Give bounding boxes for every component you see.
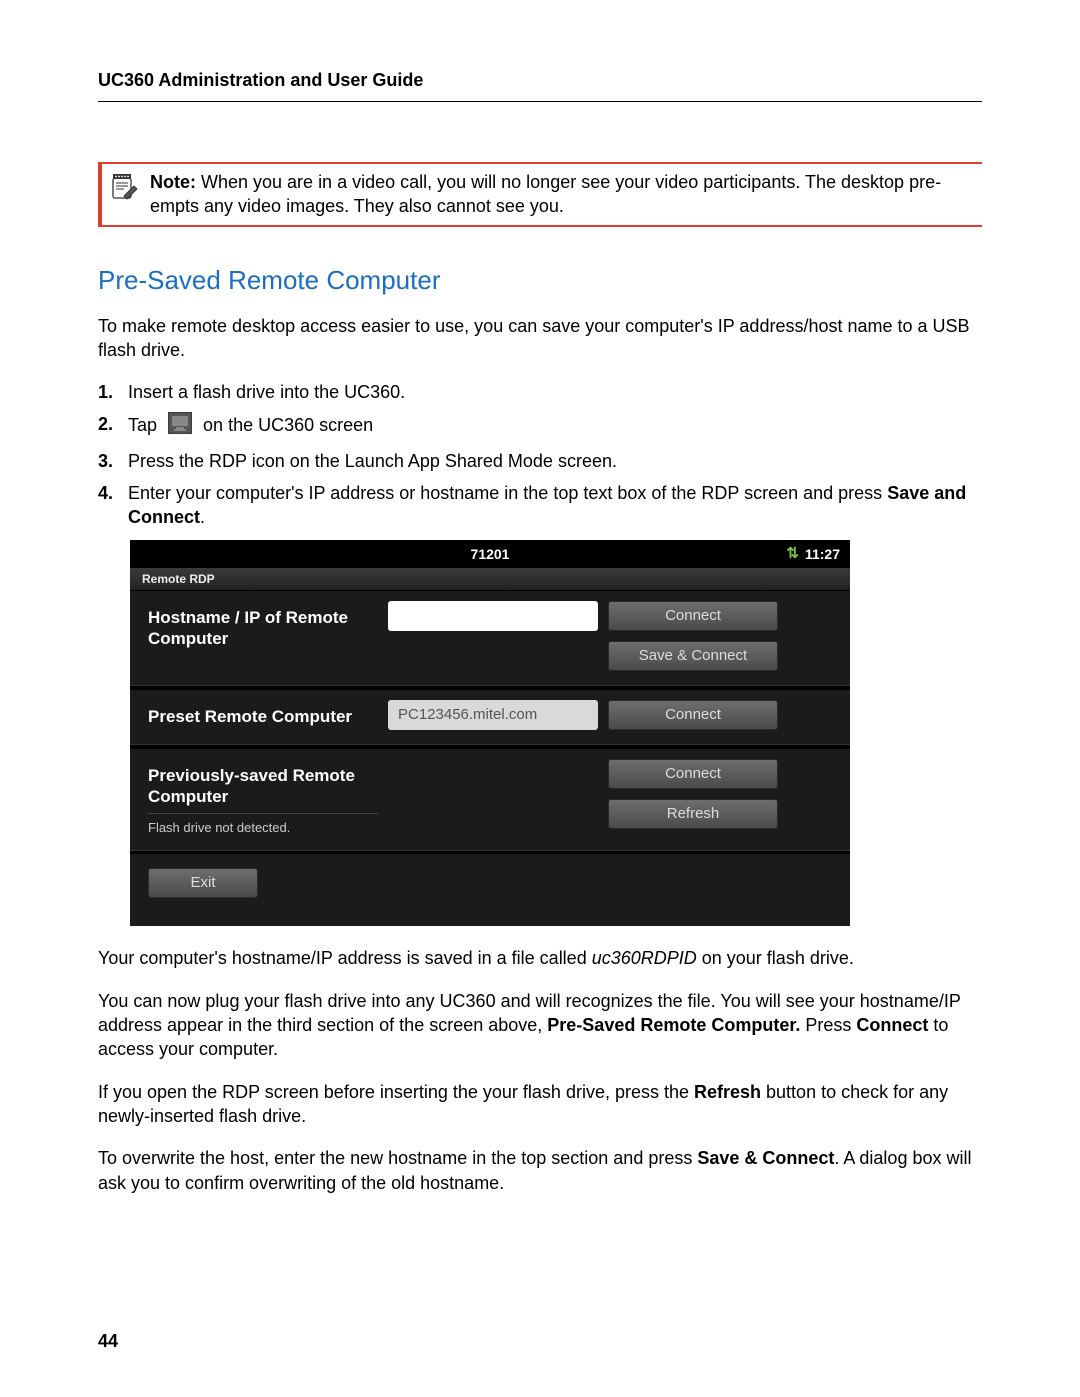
note-body: When you are in a video call, you will n… <box>150 172 941 216</box>
step-1: 1. Insert a flash drive into the UC360. <box>98 380 982 404</box>
connect-button[interactable]: Connect <box>608 601 778 631</box>
step-3: 3. Press the RDP icon on the Launch App … <box>98 449 982 473</box>
para-a: Your computer's hostname/IP address is s… <box>98 946 982 970</box>
hostname-label: Hostname / IP of Remote Computer <box>148 601 378 650</box>
page-number: 44 <box>98 1331 118 1352</box>
status-time: 11:27 <box>805 540 840 568</box>
section-title: Pre-Saved Remote Computer <box>98 265 982 296</box>
step-1-text: Insert a flash drive into the UC360. <box>128 380 405 404</box>
section-previously-saved: Previously-saved Remote Computer Flash d… <box>130 748 850 851</box>
exit-button[interactable]: Exit <box>148 868 258 898</box>
step-2: 2. Tap on the UC360 screen <box>98 412 982 440</box>
preset-value: PC123456.mitel.com <box>388 700 598 730</box>
network-icon: ⇅ <box>786 546 799 561</box>
para-d: To overwrite the host, enter the new hos… <box>98 1146 982 1195</box>
exit-row: Exit <box>130 854 850 926</box>
para-b: You can now plug your flash drive into a… <box>98 989 982 1062</box>
step-3-text: Press the RDP icon on the Launch App Sha… <box>128 449 617 473</box>
note-box: Note: When you are in a video call, you … <box>98 162 982 227</box>
step-4: 4. Enter your computer's IP address or h… <box>98 481 982 530</box>
section-preset: Preset Remote Computer PC123456.mitel.co… <box>130 689 850 744</box>
note-prefix: Note: <box>150 172 196 192</box>
status-title: 71201 <box>130 540 850 568</box>
rdp-inline-icon <box>168 412 192 440</box>
step-2-before: Tap <box>128 415 162 435</box>
para-c: If you open the RDP screen before insert… <box>98 1080 982 1129</box>
prev-connect-button[interactable]: Connect <box>608 759 778 789</box>
status-bar: 71201 ⇅ 11:27 <box>130 540 850 568</box>
note-icon <box>110 172 138 205</box>
preset-label: Preset Remote Computer <box>148 700 378 727</box>
rdp-screenshot: 71201 ⇅ 11:27 Remote RDP Hostname / IP o… <box>130 540 850 927</box>
save-and-connect-button[interactable]: Save & Connect <box>608 641 778 671</box>
preset-connect-button[interactable]: Connect <box>608 700 778 730</box>
app-tab: Remote RDP <box>130 568 850 590</box>
flash-drive-status: Flash drive not detected. <box>148 813 378 836</box>
prev-label: Previously-saved Remote Computer <box>148 765 378 808</box>
steps-list: 1. Insert a flash drive into the UC360. … <box>98 380 982 529</box>
step-4-c: . <box>200 507 205 527</box>
intro-paragraph: To make remote desktop access easier to … <box>98 314 982 363</box>
refresh-button[interactable]: Refresh <box>608 799 778 829</box>
hostname-input[interactable] <box>388 601 598 631</box>
section-hostname: Hostname / IP of Remote Computer Connect… <box>130 590 850 685</box>
step-2-after: on the UC360 screen <box>203 415 373 435</box>
step-4-a: Enter your computer's IP address or host… <box>128 483 887 503</box>
running-header: UC360 Administration and User Guide <box>98 70 982 102</box>
note-text: Note: When you are in a video call, you … <box>150 170 974 219</box>
